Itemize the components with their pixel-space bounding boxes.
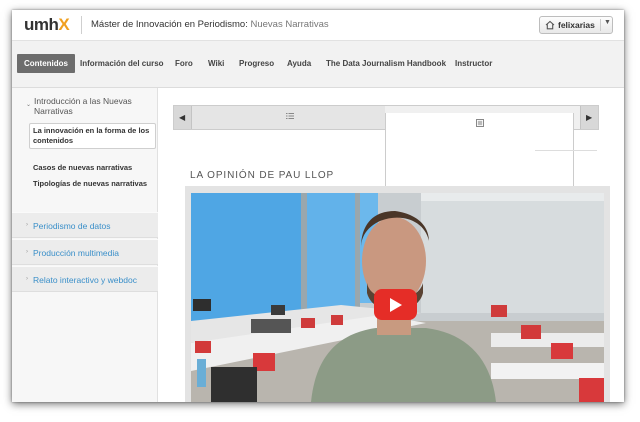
chevron-down-icon: ⌄ xyxy=(26,102,32,108)
arrow-left-icon: ◀ xyxy=(179,113,186,122)
divider xyxy=(535,150,597,151)
video-frame xyxy=(185,186,610,402)
site-header: umhX Máster de Innovación en Periodismo:… xyxy=(12,10,624,41)
user-menu-button[interactable]: felixarias ▼ xyxy=(539,16,613,34)
tab-contenidos[interactable]: Contenidos xyxy=(17,54,75,73)
home-icon xyxy=(545,20,555,30)
course-title-sub: Nuevas Narrativas xyxy=(250,19,329,30)
tab-progreso[interactable]: Progreso xyxy=(239,54,274,73)
header-divider xyxy=(81,16,82,34)
tab-informacion-del-curso[interactable]: Información del curso xyxy=(80,54,164,73)
chapter-label: Periodismo de datos xyxy=(33,221,111,231)
sequence-next-button[interactable]: ▶ xyxy=(580,106,598,129)
chevron-right-icon: › xyxy=(26,276,28,282)
course-title-main: Máster de Innovación en Periodismo: xyxy=(91,19,248,30)
list-icon xyxy=(286,113,294,119)
arrow-right-icon: ▶ xyxy=(586,113,593,122)
sequence-prev-button[interactable]: ◀ xyxy=(174,106,192,129)
subsection-label: La innovación en la forma de los conteni… xyxy=(33,126,150,145)
chapter-introduccion[interactable]: ⌄ Introducción a las Nuevas Narrativas xyxy=(16,96,158,118)
chapter-label: Relato interactivo y webdoc xyxy=(33,275,137,285)
chevron-right-icon: › xyxy=(26,249,28,255)
play-triangle xyxy=(390,298,402,312)
sequence-nav: ◀ ▶ xyxy=(173,105,599,322)
tab-foro[interactable]: Foro xyxy=(175,54,193,73)
chapter-relato-interactivo[interactable]: › Relato interactivo y webdoc xyxy=(12,266,158,292)
youtube-play-icon[interactable] xyxy=(374,289,417,320)
chapter-periodismo-de-datos[interactable]: › Periodismo de datos xyxy=(12,212,158,238)
sequence-item-list[interactable] xyxy=(192,106,385,129)
umhx-logo[interactable]: umhX xyxy=(24,15,70,35)
tab-instructor[interactable]: Instructor xyxy=(455,54,492,73)
logo-accent: X xyxy=(58,15,70,34)
subsection-casos[interactable]: Casos de nuevas narrativas xyxy=(33,163,153,173)
course-nav: Contenidos Información del curso Foro Wi… xyxy=(12,41,624,88)
video-icon xyxy=(476,119,484,127)
user-menu-divider xyxy=(600,19,601,31)
course-title: Máster de Innovación en Periodismo: Nuev… xyxy=(91,19,329,30)
chevron-right-icon: › xyxy=(26,222,28,228)
chapter-produccion-multimedia[interactable]: › Producción multimedia xyxy=(12,239,158,265)
browser-window: umhX Máster de Innovación en Periodismo:… xyxy=(12,10,624,402)
user-name: felixarias xyxy=(558,20,595,30)
chapter-label: Producción multimedia xyxy=(33,248,119,258)
chapter-title: Introducción a las Nuevas Narrativas xyxy=(34,96,132,116)
tab-data-journalism-handbook[interactable]: The Data Journalism Handbook xyxy=(326,54,446,73)
video-player[interactable] xyxy=(191,193,604,402)
tab-ayuda[interactable]: Ayuda xyxy=(287,54,311,73)
tab-wiki[interactable]: Wiki xyxy=(208,54,224,73)
subsection-tipologias[interactable]: Tipologías de nuevas narrativas xyxy=(33,179,153,189)
logo-text: umh xyxy=(24,15,59,34)
subsection-current[interactable]: La innovación en la forma de los conteni… xyxy=(29,123,156,149)
caret-down-icon[interactable]: ▼ xyxy=(604,19,611,26)
course-content: ◀ ▶ LA OPINIÓN DE PAU LLOP xyxy=(159,88,624,402)
unit-title: LA OPINIÓN DE PAU LLOP xyxy=(190,170,335,181)
course-sidebar: ⌄ Introducción a las Nuevas Narrativas L… xyxy=(12,88,158,402)
